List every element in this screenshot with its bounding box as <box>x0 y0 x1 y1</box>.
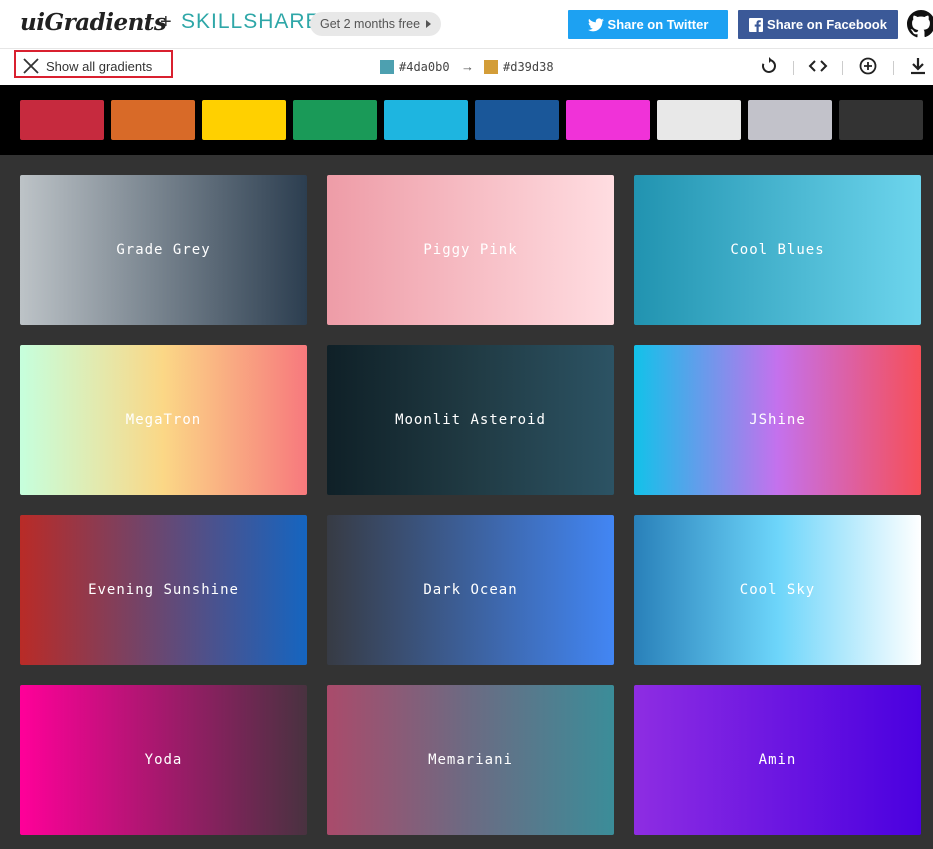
gradient-card[interactable]: Evening Sunshine <box>20 515 307 665</box>
gradient-card[interactable]: Cool Blues <box>634 175 921 325</box>
share-twitter-button[interactable]: Share on Twitter <box>568 10 728 39</box>
show-all-gradients-label: Show all gradients <box>46 59 153 74</box>
show-all-gradients-button[interactable]: Show all gradients <box>14 50 173 78</box>
github-icon[interactable] <box>907 10 933 38</box>
gradient-name: Cool Blues <box>730 242 825 258</box>
gradient-name: MegaTron <box>125 412 202 428</box>
plus-sign: + <box>160 11 172 33</box>
gradient-name: Memariani <box>428 752 513 768</box>
share-facebook-button[interactable]: Share on Facebook <box>738 10 898 39</box>
gradient-card[interactable]: Piggy Pink <box>327 175 614 325</box>
code-icon[interactable] <box>808 57 828 75</box>
color-filter-strip <box>0 85 933 155</box>
gradient-card[interactable]: Moonlit Asteroid <box>327 345 614 495</box>
gradient-name: Yoda <box>144 752 183 768</box>
gradient-name: Grade Grey <box>116 242 211 258</box>
toolbar-divider <box>842 61 843 75</box>
share-facebook-label: Share on Facebook <box>767 17 887 32</box>
color-filter-chip[interactable] <box>657 100 741 140</box>
color-to-swatch <box>484 60 498 74</box>
color-filter-chip[interactable] <box>20 100 104 140</box>
promo-button[interactable]: Get 2 months free <box>310 12 442 36</box>
twitter-icon <box>587 18 604 32</box>
download-icon[interactable] <box>909 57 927 75</box>
color-filter-chip[interactable] <box>384 100 468 140</box>
color-filter-chip[interactable] <box>839 100 923 140</box>
rotate-icon[interactable] <box>760 57 778 75</box>
color-filter-chip[interactable] <box>566 100 650 140</box>
color-from-swatch <box>380 60 394 74</box>
gradient-card[interactable]: MegaTron <box>20 345 307 495</box>
color-filter-chip[interactable] <box>293 100 377 140</box>
color-filter-chip[interactable] <box>111 100 195 140</box>
facebook-icon <box>749 18 764 32</box>
gradient-card[interactable]: JShine <box>634 345 921 495</box>
gradient-name: Piggy Pink <box>423 242 518 258</box>
gradient-name: JShine <box>749 412 806 428</box>
color-to-hex[interactable]: #d39d38 <box>503 60 554 74</box>
color-from-hex[interactable]: #4da0b0 <box>399 60 450 74</box>
gradient-card[interactable]: Amin <box>634 685 921 835</box>
gradient-name: Evening Sunshine <box>88 582 239 598</box>
gradient-card[interactable]: Cool Sky <box>634 515 921 665</box>
toolbar-divider <box>793 61 794 75</box>
gradient-name: Cool Sky <box>739 582 816 598</box>
partner-logo[interactable]: SKILLSHARE <box>181 10 321 34</box>
arrow-right: → <box>461 59 474 74</box>
logo[interactable]: uiGradients <box>20 9 167 36</box>
gradient-card[interactable]: Dark Ocean <box>327 515 614 665</box>
share-twitter-label: Share on Twitter <box>607 17 709 32</box>
gradient-name: Dark Ocean <box>423 582 518 598</box>
promo-label: Get 2 months free <box>320 17 421 31</box>
gradient-card[interactable]: Memariani <box>327 685 614 835</box>
color-filter-chip[interactable] <box>475 100 559 140</box>
toolbar: Show all gradients #4da0b0 → #d39d38 <box>0 48 933 86</box>
color-filter-chip[interactable] <box>748 100 832 140</box>
close-icon <box>23 58 39 74</box>
top-header: uiGradients + SKILLSHARE Get 2 months fr… <box>0 0 933 48</box>
gradient-name: Moonlit Asteroid <box>395 412 546 428</box>
gradient-card[interactable]: Yoda <box>20 685 307 835</box>
caret-right-icon <box>426 20 432 28</box>
add-circle-icon[interactable] <box>859 57 877 75</box>
toolbar-divider <box>893 61 894 75</box>
gradient-card[interactable]: Grade Grey <box>20 175 307 325</box>
gradient-name: Amin <box>758 752 797 768</box>
color-filter-chip[interactable] <box>202 100 286 140</box>
